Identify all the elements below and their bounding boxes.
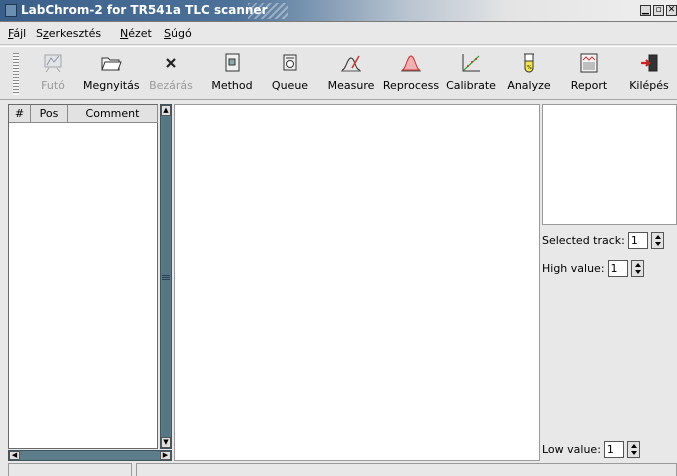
status-bar	[0, 462, 677, 476]
column-header-comment[interactable]: Comment	[68, 105, 158, 123]
app-icon	[5, 4, 17, 17]
scroll-left-icon[interactable]: ◀	[9, 451, 20, 460]
menu-help[interactable]: Súgó	[164, 27, 192, 40]
minimize-icon[interactable]: ▁	[640, 5, 651, 16]
beaker-icon: %	[524, 53, 534, 73]
low-value-row: Low value: 1	[542, 441, 640, 458]
toolbar-grip[interactable]	[13, 53, 19, 95]
column-header-pos[interactable]: Pos	[31, 105, 68, 123]
report-icon	[580, 53, 598, 73]
chromatogram-view[interactable]	[174, 104, 540, 461]
queue-icon	[283, 54, 297, 71]
megnyitas-button[interactable]: Megnyitás	[83, 52, 140, 96]
selected-track-row: Selected track: 1	[542, 232, 664, 249]
method-button[interactable]: Method	[210, 52, 254, 96]
selected-track-label: Selected track:	[542, 234, 625, 247]
scroll-down-icon[interactable]: ▼	[161, 437, 171, 448]
horizontal-scrollbar[interactable]: ◀ ▶	[8, 450, 172, 461]
calibrate-icon	[462, 54, 480, 72]
report-button[interactable]: Report	[568, 52, 610, 96]
futo-button[interactable]: Futó	[33, 52, 73, 96]
run-icon	[44, 54, 62, 73]
folder-open-icon	[101, 57, 122, 71]
track-list[interactable]: # Pos Comment	[8, 104, 158, 449]
bezaras-button[interactable]: Bezárás	[148, 52, 194, 96]
right-panel: Selected track: 1 High value: 1 Low valu…	[540, 104, 677, 461]
measure-icon	[341, 55, 361, 72]
calibrate-button[interactable]: Calibrate	[446, 52, 496, 96]
high-value-input[interactable]: 1	[607, 260, 628, 277]
selected-track-input[interactable]: 1	[627, 232, 648, 249]
status-cell-left	[8, 463, 132, 476]
low-value-spinner[interactable]	[626, 441, 640, 458]
title-bar: LabChrom-2 for TR541a TLC scanner ▁ ▫ ✕	[0, 0, 677, 22]
maximize-icon[interactable]: ▫	[653, 5, 664, 16]
toolbar: Futó Megnyitás Bezárás Method Queue Meas…	[0, 46, 677, 100]
title-decoration	[248, 3, 288, 19]
scroll-grip	[162, 275, 170, 281]
low-value-input[interactable]: 1	[603, 441, 624, 458]
scroll-up-icon[interactable]: ▲	[161, 105, 171, 116]
column-header-number[interactable]: #	[9, 105, 31, 123]
exit-icon	[641, 54, 658, 72]
selected-track-spinner[interactable]	[650, 232, 664, 249]
menu-file[interactable]: Fájl	[8, 27, 26, 40]
queue-button[interactable]: Queue	[270, 52, 310, 96]
close-icon[interactable]: ✕	[666, 5, 677, 16]
menu-view[interactable]: Nézet	[120, 27, 152, 40]
window-title: LabChrom-2 for TR541a TLC scanner	[21, 3, 268, 17]
document-icon	[225, 53, 240, 72]
window-controls: ▁ ▫ ✕	[640, 5, 677, 16]
high-value-spinner[interactable]	[630, 260, 644, 277]
close-x-icon	[166, 58, 176, 68]
scroll-right-icon[interactable]: ▶	[160, 451, 171, 460]
menu-edit[interactable]: Szerkesztés	[36, 27, 101, 40]
preview-area	[542, 104, 677, 225]
menu-bar: Fájl Szerkesztés Nézet Súgó	[0, 23, 677, 45]
svg-text:%: %	[527, 65, 532, 71]
high-value-label: High value:	[542, 262, 605, 275]
kilepes-button[interactable]: Kilépés	[626, 52, 672, 96]
reprocess-icon	[401, 55, 421, 72]
reprocess-button[interactable]: Reprocess	[381, 52, 441, 96]
status-cell-main	[136, 463, 677, 476]
analyze-button[interactable]: % Analyze	[506, 52, 552, 96]
vertical-scrollbar[interactable]: ▲ ▼	[160, 104, 172, 449]
high-value-row: High value: 1	[542, 260, 644, 277]
measure-button[interactable]: Measure	[327, 52, 375, 96]
low-value-label: Low value:	[542, 443, 601, 456]
